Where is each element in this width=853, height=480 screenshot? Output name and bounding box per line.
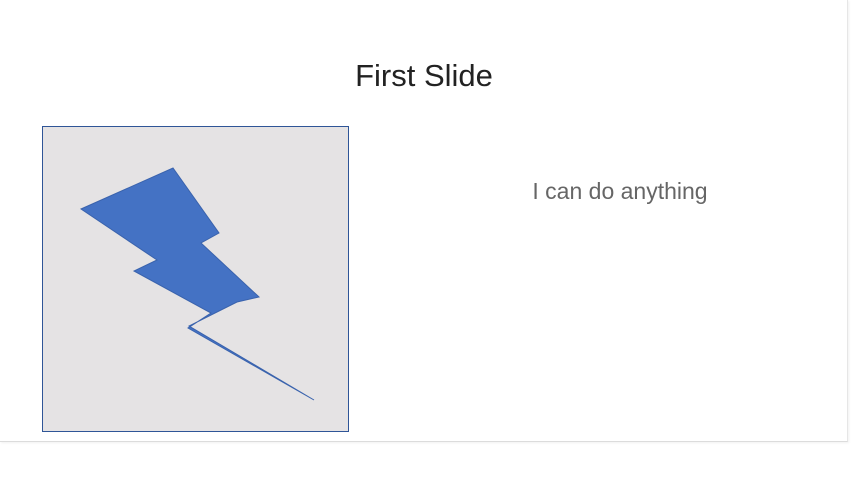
- slide-title: First Slide: [355, 58, 493, 93]
- lightning-bolt-icon: [79, 167, 315, 401]
- lightning-bolt-shape: [79, 167, 315, 401]
- slide-body-text: I can do anything: [532, 178, 708, 204]
- slide-image: [42, 126, 349, 432]
- slide: First Slide I can do anything: [0, 0, 848, 442]
